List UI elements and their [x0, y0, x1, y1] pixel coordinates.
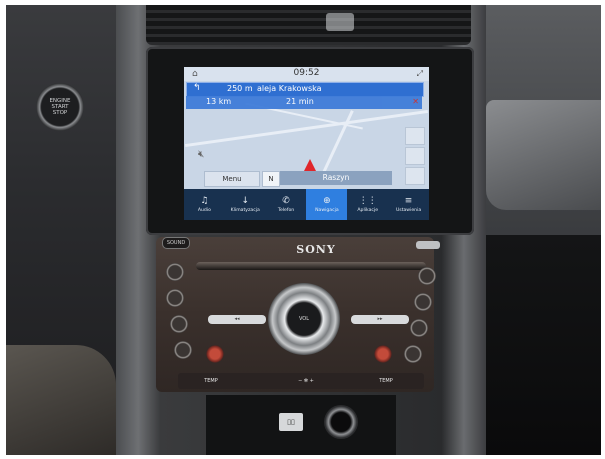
eject-button[interactable]	[416, 241, 440, 249]
dock-label: Aplikacje	[357, 207, 379, 213]
mute-icon[interactable]: 🔇︎	[198, 149, 204, 160]
temp-right-control[interactable]: TEMP	[366, 377, 406, 386]
phone-button[interactable]	[418, 267, 436, 285]
dock-item-climate[interactable]: ↓ Klimatyzacja	[225, 189, 266, 220]
dock-label: Nawigacja	[315, 207, 339, 213]
phone-icon: ✆	[282, 195, 290, 206]
seat-heat-right-button[interactable]	[374, 345, 392, 363]
dock-item-audio[interactable]: ♫ Audio	[184, 189, 225, 220]
dock-label: Telefon	[277, 207, 295, 213]
apps-icon: ⋮⋮	[358, 195, 377, 206]
climate-icon: ↓	[241, 195, 250, 206]
dock-item-navigation[interactable]: ⊕ Nawigacja	[306, 189, 348, 220]
max-defrost-button[interactable]	[166, 289, 184, 307]
map-side-button[interactable]	[405, 127, 425, 145]
temp-left-control[interactable]: TEMP	[191, 377, 231, 386]
car-interior-photo: ENGINE START STOP ⌂ 09:52 ⤢ ↰ 250 m alej…	[6, 5, 601, 455]
sound-button[interactable]: SOUND	[162, 237, 190, 249]
auto-button[interactable]	[166, 263, 184, 281]
air-vent	[146, 5, 471, 45]
sound-label: SOUND	[166, 240, 186, 246]
engine-start-stop-button[interactable]: ENGINE START STOP	[36, 83, 84, 131]
brand-logo: SONY	[296, 243, 336, 256]
map-side-button[interactable]	[405, 147, 425, 165]
trip-info-banner: 13 km 21 min	[186, 96, 422, 109]
bottom-dock: ♫ Audio ↓ Klimatyzacja ✆ Telefon ⊕ Nawig…	[184, 189, 429, 220]
power-socket[interactable]	[324, 405, 358, 439]
defrost-button[interactable]	[170, 315, 188, 333]
seat-heat-left-button[interactable]	[206, 345, 224, 363]
dock-label: Audio	[197, 207, 211, 213]
status-bar: ⌂ 09:52 ⤢	[184, 67, 429, 81]
close-icon[interactable]: ✕	[412, 97, 419, 106]
seat	[6, 345, 116, 455]
dock-label: Klimatyzacja	[230, 207, 260, 213]
turn-arrow-icon: ↰	[193, 83, 201, 93]
usb-ports[interactable]: ▯▯	[279, 413, 303, 431]
infotainment-screen[interactable]: ⌂ 09:52 ⤢ ↰ 250 m aleja Krakowska 13 km …	[184, 67, 429, 220]
turn-street: aleja Krakowska	[257, 84, 322, 93]
position-marker-icon	[304, 159, 316, 171]
recirculation-button[interactable]	[174, 341, 192, 359]
current-location: Raszyn	[280, 171, 392, 185]
turn-distance: 250 m	[227, 84, 253, 93]
start-label-stop: STOP	[52, 110, 68, 116]
volume-label: VOL	[298, 316, 310, 322]
compass-direction[interactable]: N	[262, 171, 280, 187]
remaining-distance: 13 km	[206, 97, 232, 106]
fan-speed-control[interactable]: − ✻ +	[276, 377, 336, 386]
music-note-icon: ♫	[200, 195, 209, 206]
vent-slot	[326, 13, 354, 31]
media-button[interactable]	[414, 293, 432, 311]
seek-forward-button[interactable]: ▸▸	[351, 315, 409, 324]
dock-item-phone[interactable]: ✆ Telefon	[266, 189, 307, 220]
remaining-time: 21 min	[286, 97, 314, 106]
map-side-button[interactable]	[405, 167, 425, 185]
dock-item-settings[interactable]: ≡ Ustawienia	[388, 189, 429, 220]
seek-back-button[interactable]: ◂◂	[208, 315, 266, 324]
expand-icon[interactable]: ⤢	[417, 69, 423, 79]
clock: 09:52	[293, 68, 320, 78]
menu-button[interactable]: Menu	[204, 171, 260, 187]
passenger-trim	[486, 100, 601, 210]
cd-slot	[196, 262, 426, 270]
fan-button[interactable]	[410, 319, 428, 337]
dock-label: Ustawienia	[395, 207, 422, 213]
settings-icon: ≡	[404, 195, 413, 206]
turn-instruction-banner[interactable]: ↰ 250 m aleja Krakowska	[186, 82, 424, 97]
dock-item-apps[interactable]: ⋮⋮ Aplikacje	[347, 189, 388, 220]
power-button[interactable]	[404, 345, 422, 363]
navigation-icon: ⊕	[323, 195, 331, 206]
